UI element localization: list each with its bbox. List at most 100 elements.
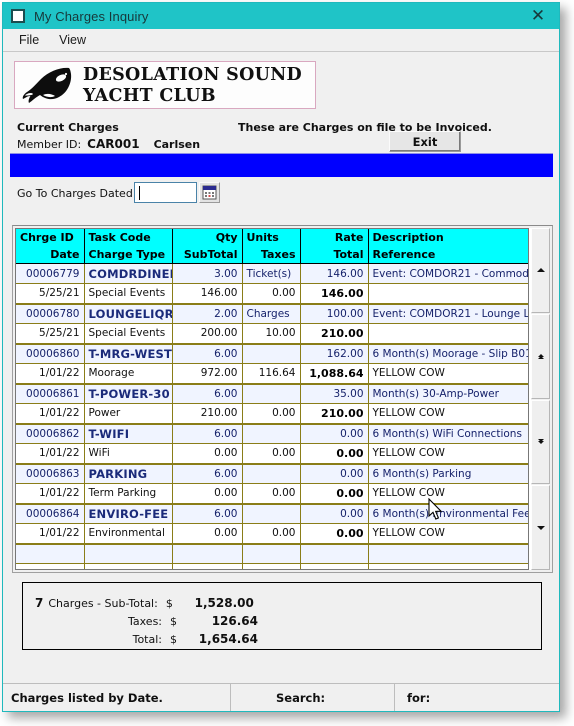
grid-scrollbar[interactable] (531, 228, 550, 570)
menu-item-file[interactable]: File (9, 31, 49, 49)
cell-qty: 2.00 (172, 303, 243, 324)
cell-description: Event: COMDOR21 - Lounge Liq (368, 303, 528, 324)
col-header-task-code[interactable]: Task Code (84, 229, 173, 246)
col-header-qty[interactable]: Qty (172, 229, 243, 246)
total-row: Total: $ 1,654.64 (35, 632, 258, 646)
col-header-description[interactable]: Description (368, 229, 528, 246)
app-window: My Charges Inquiry ✕ File View DESOLATIO… (2, 2, 560, 712)
cell-task-code: PARKING (84, 463, 173, 484)
cell-units (242, 343, 301, 364)
cell-subtotal: 0.00 (172, 483, 243, 505)
cell-reference (368, 283, 528, 305)
cell-chrge-id: 00006864 (16, 503, 85, 524)
cell-task-code: ENVIRO-FEE (84, 503, 173, 524)
cell-qty: 6.00 (172, 423, 243, 444)
logo-line-2: YACHT CLUB (83, 86, 216, 106)
menu-bar: File View (3, 29, 559, 52)
cell-total: 0.00 (300, 523, 369, 545)
col-header-charge-type[interactable]: Charge Type (84, 246, 173, 264)
table-row[interactable]: 00006862 T-WIFI 6.00 0.00 6 Month(s) WiFi Co… (16, 423, 528, 444)
scroll-down-icon[interactable] (531, 485, 550, 570)
cell-taxes (242, 563, 301, 569)
calendar-picker-button[interactable] (199, 182, 220, 203)
close-icon[interactable]: ✕ (517, 3, 559, 29)
search-label[interactable]: Search: (231, 684, 395, 711)
client-area: DESOLATION SOUND YACHT CLUB Exit Current… (3, 52, 559, 711)
cell-subtotal: 210.00 (172, 403, 243, 425)
col-header-rate[interactable]: Rate (300, 229, 369, 246)
table-row[interactable]: 1/01/22 WiFi 0.00 0.00 0.00 YELLOW COW (16, 443, 528, 465)
cell-description: 6 Month(s) Parking (368, 463, 528, 484)
cell-date (16, 563, 85, 569)
goto-date-input[interactable] (134, 182, 197, 203)
status-message: Charges listed by Date. (3, 684, 231, 711)
table-row[interactable]: 00006860 T-MRG-WEST 6.00 162.00 6 Month(s) M… (16, 343, 528, 364)
cell-description: 6 Month(s) WiFi Connections (368, 423, 528, 444)
cell-total (300, 563, 369, 569)
cell-taxes: 0.00 (242, 403, 301, 425)
table-row[interactable]: 1/01/22 Environmental 0.00 0.00 0.00 YELLOW C… (16, 523, 528, 545)
table-row[interactable]: 00006779 COMDRDINER 3.00 Ticket(s) 146.00 Eve… (16, 263, 528, 284)
col-header-chrge-id[interactable]: Chrge ID (16, 229, 85, 246)
cell-chrge-id: 00006862 (16, 423, 85, 444)
table-row[interactable]: 00006780 LOUNGELIQR 2.00 Charges 100.00 Event… (16, 303, 528, 324)
cell-charge-type (84, 563, 173, 569)
col-header-units[interactable]: Units (242, 229, 301, 246)
table-row[interactable] (16, 563, 528, 569)
scroll-up-icon[interactable] (531, 228, 550, 313)
col-header-taxes[interactable]: Taxes (242, 246, 301, 264)
club-logo-text: DESOLATION SOUND YACHT CLUB (83, 65, 302, 107)
table-row[interactable]: 5/25/21 Special Events 146.00 0.00 146.00 (16, 283, 528, 305)
cell-subtotal: 200.00 (172, 323, 243, 345)
cell-total: 210.00 (300, 323, 369, 345)
cell-units: Ticket(s) (242, 263, 301, 284)
cell-date: 1/01/22 (16, 443, 85, 465)
col-header-total[interactable]: Total (300, 246, 369, 264)
charges-table: Chrge ID Task Code Qty Units Rate Descri… (16, 229, 528, 569)
cell-subtotal: 146.00 (172, 283, 243, 305)
charge-count: 7 (35, 596, 44, 610)
charges-grid: Chrge ID Task Code Qty Units Rate Descri… (12, 225, 553, 573)
col-header-reference[interactable]: Reference (368, 246, 528, 264)
cell-description: 6 Month(s) Environmental Fee (368, 503, 528, 524)
cell-total: 146.00 (300, 283, 369, 305)
cell-subtotal: 972.00 (172, 363, 243, 385)
search-for-label[interactable]: for: (395, 684, 559, 711)
cell-charge-type: Special Events (84, 283, 173, 305)
cell-chrge-id: 00006860 (16, 343, 85, 364)
cell-rate (300, 543, 369, 564)
cell-description: Event: COMDOR21 - Commodor (368, 263, 528, 284)
exit-button[interactable]: Exit (389, 131, 461, 152)
cell-subtotal: 0.00 (172, 523, 243, 545)
table-row[interactable] (16, 543, 528, 564)
cell-qty: 6.00 (172, 463, 243, 484)
table-row[interactable]: 00006864 ENVIRO-FEE 6.00 0.00 6 Month(s) Env… (16, 503, 528, 524)
window-title: My Charges Inquiry (34, 8, 149, 24)
menu-item-view[interactable]: View (49, 31, 96, 49)
cell-reference (368, 323, 528, 345)
cell-rate: 162.00 (300, 343, 369, 364)
calendar-icon (202, 185, 217, 200)
scroll-page-down-icon[interactable] (531, 399, 550, 485)
cell-total: 0.00 (300, 443, 369, 465)
cell-taxes: 0.00 (242, 523, 301, 545)
col-header-subtotal[interactable]: SubTotal (172, 246, 243, 264)
table-row[interactable]: 00006863 PARKING 6.00 0.00 6 Month(s) Parkin… (16, 463, 528, 484)
cell-task-code: T-POWER-30 (84, 383, 173, 404)
cell-chrge-id (16, 543, 85, 564)
cell-charge-type: Power (84, 403, 173, 425)
table-row[interactable]: 00006861 T-POWER-30 6.00 35.00 Month(s) 30-A… (16, 383, 528, 404)
scroll-page-up-icon[interactable] (531, 313, 550, 399)
cell-chrge-id: 00006861 (16, 383, 85, 404)
cell-qty: 6.00 (172, 343, 243, 364)
col-header-date[interactable]: Date (16, 246, 85, 264)
table-row[interactable]: 1/01/22 Power 210.00 0.00 210.00 YELLOW COW (16, 403, 528, 425)
cell-charge-type: Moorage (84, 363, 173, 385)
table-row[interactable]: 1/01/22 Term Parking 0.00 0.00 0.00 YELLOW CO… (16, 483, 528, 505)
charges-note: These are Charges on file to be Invoiced… (238, 121, 492, 134)
totals-panel: 7 Charges - Sub-Total: $ 1,528.00 Taxes:… (22, 582, 542, 650)
cell-date: 5/25/21 (16, 283, 85, 305)
table-row[interactable]: 1/01/22 Moorage 972.00 116.64 1,088.64 YELLOW… (16, 363, 528, 385)
table-row[interactable]: 5/25/21 Special Events 200.00 10.00 210.00 (16, 323, 528, 345)
cell-description: 6 Month(s) Moorage - Slip B013 (368, 343, 528, 364)
